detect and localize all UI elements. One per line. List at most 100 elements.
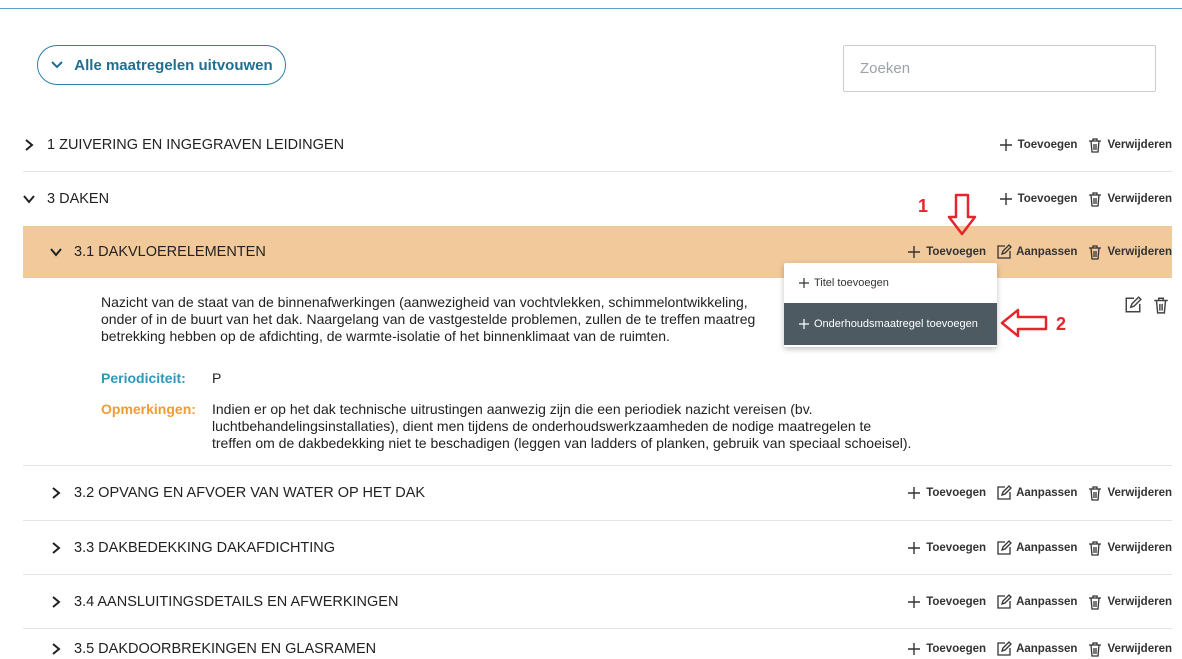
chevron-right-icon[interactable] [50,487,62,499]
subsection-row[interactable]: 3.5 DAKDOORBREKINGEN EN GLASRAMEN Toevoe… [23,629,1172,659]
edit-icon[interactable] [1124,296,1142,314]
trash-icon [1089,137,1102,153]
edit-icon [997,539,1012,555]
delete-label: Verwijderen [1107,643,1172,655]
chevron-down-icon [51,61,64,69]
section-title: 1 ZUIVERING EN INGEGRAVEN LEIDINGEN [47,136,345,153]
delete-label: Verwijderen [1107,138,1172,151]
delete-button[interactable]: Verwijderen [1087,137,1172,153]
section-title: 3 DAKEN [47,191,110,207]
menu-item-add-maintenance[interactable]: Onderhoudsmaatregel toevoegen [784,303,997,345]
edit-label: Aanpassen [1016,595,1078,608]
edit-button[interactable]: Aanpassen [996,539,1078,556]
remarks-label: Opmerkingen: [101,401,196,417]
subsection-row[interactable]: 3.3 DAKBEDEKKING DAKAFDICHTING Toevoegen… [23,521,1172,575]
edit-button[interactable]: Aanpassen [996,593,1078,610]
section-row[interactable]: 3 DAKEN Toevoegen Verwijderen [23,172,1172,226]
search-input[interactable] [843,45,1156,92]
add-button[interactable]: Toevoegen [906,594,986,610]
plus-icon [799,278,809,288]
plus-icon [908,487,921,499]
chevron-right-icon[interactable] [50,595,62,608]
add-button[interactable]: Toevoegen [906,540,986,556]
periodicity-field: Periodiciteit: P [101,370,801,388]
periodicity-value: P [212,370,222,386]
edit-label: Aanpassen [1016,541,1078,554]
remarks-line: Indien er op het dak technische uitrusti… [212,401,813,417]
add-label: Toevoegen [926,246,987,258]
menu-item-label: Titel toevoegen [814,277,889,289]
trash-icon [1089,486,1102,501]
plus-icon [799,319,809,329]
edit-button[interactable]: Aanpassen [996,485,1077,501]
section-row[interactable]: 1 ZUIVERING EN INGEGRAVEN LEIDINGEN Toev… [23,118,1172,172]
edit-icon [997,593,1012,609]
add-button[interactable]: Toevoegen [906,244,986,260]
edit-label: Aanpassen [1016,246,1078,258]
periodicity-label: Periodiciteit: [101,370,186,386]
edit-button[interactable]: Aanpassen [996,244,1077,260]
remarks-line: treffen om de dakbedekking niet te besch… [212,435,912,451]
plus-icon [999,138,1012,151]
expand-all-label: Alle maatregelen uitvouwen [74,56,273,74]
edit-icon [997,244,1012,259]
chevron-down-icon[interactable] [23,193,35,205]
annotation-number: 2 [1056,314,1067,334]
trash-icon [1089,192,1102,207]
chevron-right-icon[interactable] [50,643,62,655]
add-label: Toevoegen [1017,138,1078,151]
plus-icon [908,246,921,258]
delete-button[interactable]: Verwijderen [1087,641,1172,657]
arrow-left-icon [1000,308,1048,338]
chevron-right-icon[interactable] [50,541,62,554]
trash-icon [1089,245,1102,260]
subsection-row[interactable]: 3.4 AANSLUITINGSDETAILS EN AFWERKINGEN T… [23,575,1172,629]
delete-button[interactable]: Verwijderen [1087,485,1172,501]
add-button[interactable]: Toevoegen [906,485,986,501]
add-label: Toevoegen [926,487,987,499]
subsection-row[interactable]: 3.2 OPVANG EN AFVOER VAN WATER OP HET DA… [23,466,1172,521]
chevron-down-icon[interactable] [50,246,62,258]
delete-button[interactable]: Verwijderen [1087,540,1172,556]
edit-label: Aanpassen [1016,643,1078,655]
plus-icon [908,541,921,554]
edit-icon [997,641,1012,656]
add-dropdown-menu: Titel toevoegen Onderhoudsmaatregel toev… [784,263,997,347]
edit-label: Aanpassen [1016,487,1078,499]
expand-all-button[interactable]: Alle maatregelen uitvouwen [37,45,286,85]
add-button[interactable]: Toevoegen [998,191,1078,207]
add-label: Toevoegen [926,541,987,554]
menu-item-add-title[interactable]: Titel toevoegen [784,263,997,303]
plus-icon [908,643,921,655]
delete-button[interactable]: Verwijderen [1087,244,1172,260]
top-border [0,8,1182,9]
plus-icon [908,595,921,608]
chevron-right-icon[interactable] [23,138,35,151]
delete-label: Verwijderen [1107,246,1172,258]
remarks-field: Opmerkingen: Indien er op het dak techni… [101,401,961,455]
subsection-row[interactable]: 3.1 DAKVLOERELEMENTEN Toevoegen Aanpasse… [23,226,1172,278]
delete-button[interactable]: Verwijderen [1087,594,1172,610]
delete-label: Verwijderen [1107,487,1172,499]
delete-label: Verwijderen [1107,193,1172,205]
edit-icon [997,485,1012,500]
trash-icon [1089,540,1102,556]
subsection-title: 3.4 AANSLUITINGSDETAILS EN AFWERKINGEN [74,593,399,610]
delete-label: Verwijderen [1107,595,1172,608]
add-label: Toevoegen [1017,193,1078,205]
remarks-line: luchtbehandelingsinstallaties), dient me… [212,418,872,434]
annotation-number: 1 [918,196,929,216]
menu-item-label: Onderhoudsmaatregel toevoegen [814,318,978,330]
remarks-value: Indien er op het dak technische uitrusti… [212,401,952,452]
add-label: Toevoegen [926,595,987,608]
trash-icon[interactable] [1152,296,1170,314]
measure-actions [1124,296,1170,314]
add-label: Toevoegen [926,643,987,655]
trash-icon [1089,642,1102,657]
trash-icon [1089,594,1102,610]
add-button[interactable]: Toevoegen [906,641,986,657]
edit-button[interactable]: Aanpassen [996,641,1077,657]
delete-label: Verwijderen [1107,541,1172,554]
delete-button[interactable]: Verwijderen [1087,191,1172,207]
add-button[interactable]: Toevoegen [998,137,1078,153]
